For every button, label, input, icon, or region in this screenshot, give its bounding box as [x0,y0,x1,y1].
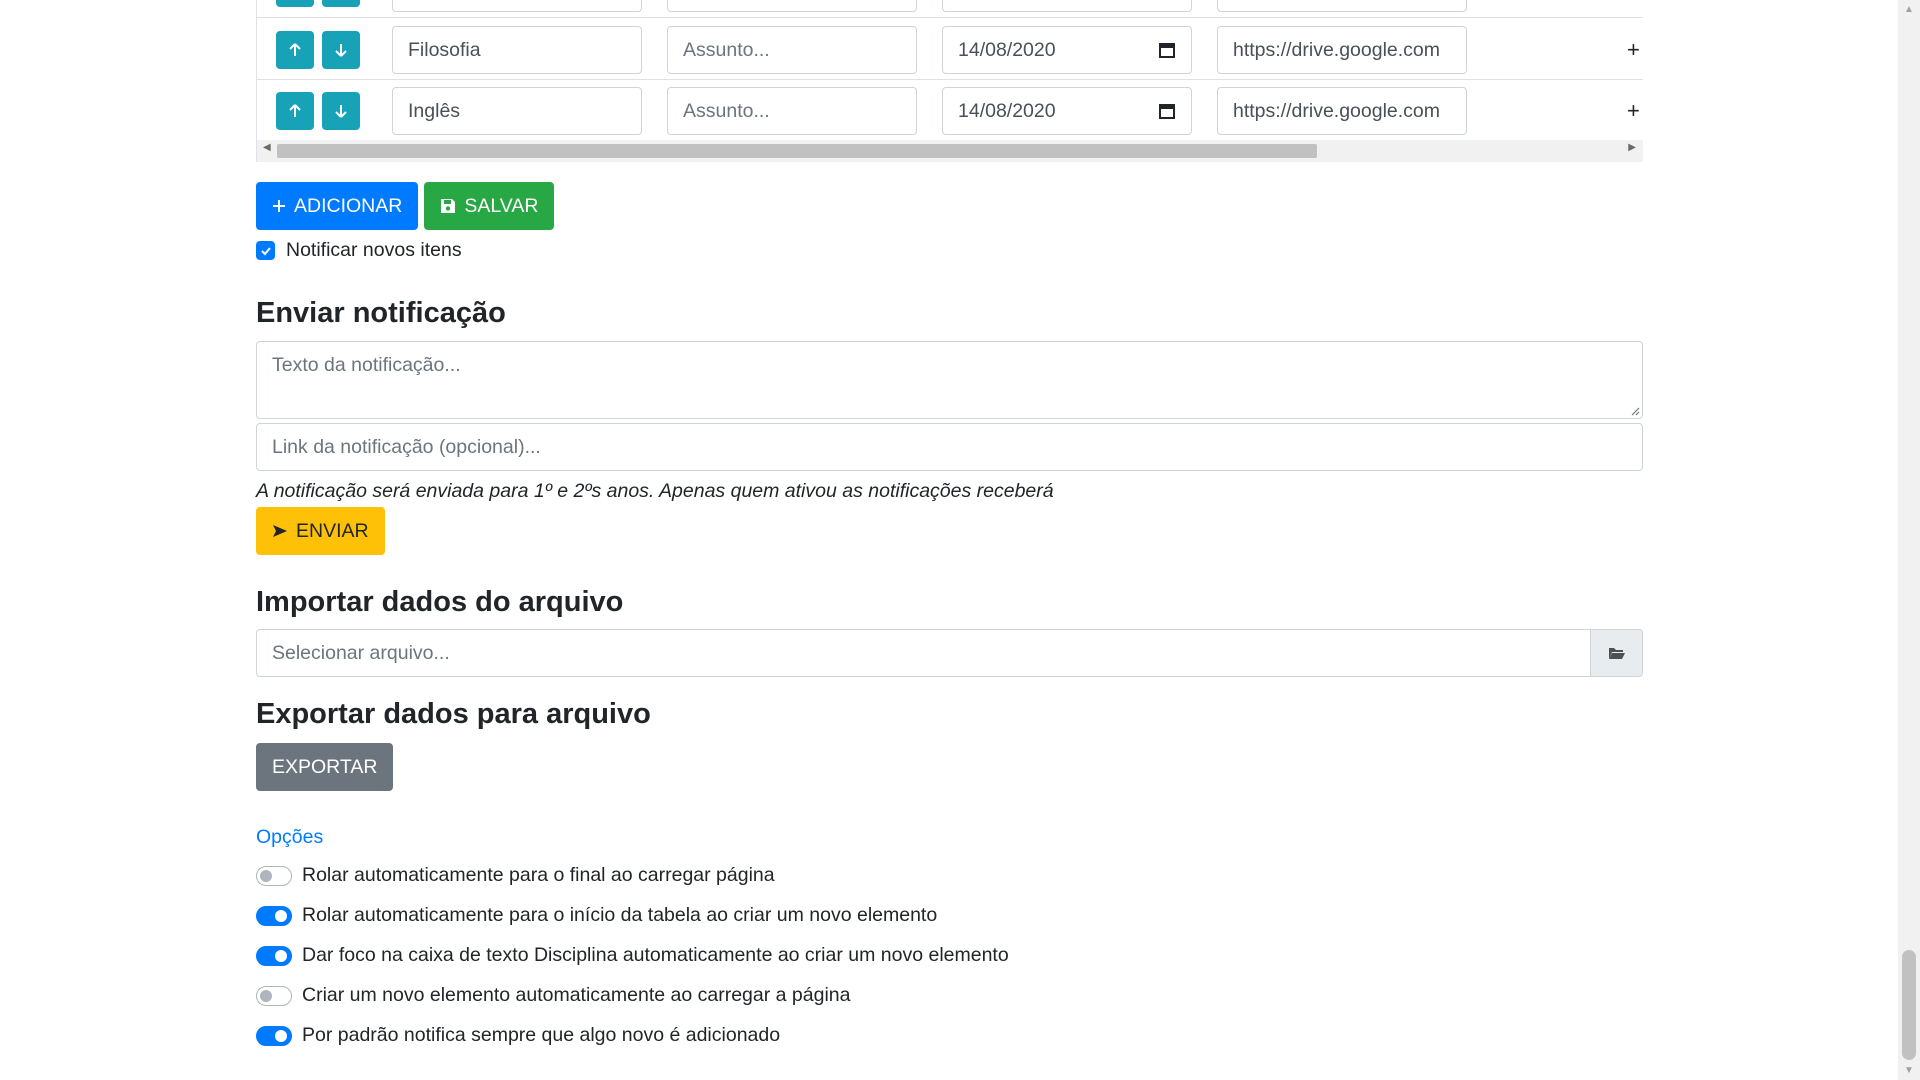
arrow-up-icon [289,43,301,56]
table-row: Filosofia Assunto... 14/08/2020 https://… [257,20,1643,80]
notification-text-placeholder: Texto da notificação... [272,354,461,376]
toggle-switch[interactable] [256,865,292,886]
add-button-label: ADICIONAR [294,194,403,217]
table-row: Inglês Assunto... 14/08/2020 https://dri… [257,81,1643,141]
folder-open-icon [1608,648,1625,659]
link-input[interactable]: https://drive.google.com [1217,87,1467,135]
expand-row-icon[interactable]: + [1627,98,1640,124]
toggle-switch[interactable] [256,1025,292,1046]
notification-link-field[interactable]: Link da notificação (opcional)... [256,423,1643,471]
notification-help-text: A notificação será enviada para 1º e 2ºs… [256,480,1054,502]
floppy-disk-icon [441,199,456,213]
table-row [257,0,1643,18]
option-label: Por padrão notifica sempre que algo novo… [302,1024,781,1046]
plus-icon [273,200,285,212]
subject-input[interactable]: Assunto... [667,87,917,135]
checkbox-checked-icon[interactable] [256,241,275,260]
scrollbar-thumb[interactable] [277,144,1317,158]
discipline-input[interactable]: Filosofia [392,26,642,74]
option-focus-discipline-on-create[interactable]: Dar foco na caixa de texto Disciplina au… [256,944,1009,967]
move-down-button[interactable] [322,31,360,69]
file-select-input[interactable]: Selecionar arquivo... [256,629,1591,677]
option-scroll-to-top-on-create[interactable]: Rolar automaticamente para o início da t… [256,904,937,927]
scroll-up-arrow-icon[interactable]: ▲ [1898,4,1920,15]
arrow-down-icon [335,105,347,118]
save-button[interactable]: SALVAR [424,182,555,230]
items-table: Filosofia Assunto... 14/08/2020 https://… [256,0,1643,162]
discipline-input[interactable] [392,0,642,12]
option-scroll-to-end-on-load[interactable]: Rolar automaticamente para o final ao ca… [256,864,775,887]
export-title: Exportar dados para arquivo [256,698,651,730]
toggle-switch[interactable] [256,985,292,1006]
move-up-button[interactable] [276,92,314,130]
arrow-down-icon [335,44,347,57]
option-label: Rolar automaticamente para o final ao ca… [302,864,775,886]
subject-input[interactable]: Assunto... [667,26,917,74]
option-label: Criar um novo elemento automaticamente a… [302,984,851,1006]
send-icon [273,525,287,537]
file-input-group: Selecionar arquivo... [256,629,1643,677]
date-input[interactable]: 14/08/2020 [942,87,1192,135]
main-container: Filosofia Assunto... 14/08/2020 https://… [256,0,1643,1046]
send-notification-title: Enviar notificação [256,297,506,329]
toggle-switch[interactable] [256,945,292,966]
date-value: 14/08/2020 [958,38,1056,61]
add-button[interactable]: ADICIONAR [256,182,419,230]
move-up-button[interactable] [276,31,314,69]
date-value: 14/08/2020 [958,99,1056,122]
notification-text-field[interactable]: Texto da notificação... [256,341,1643,419]
send-button-label: ENVIAR [296,519,369,542]
notify-new-items-checkbox[interactable]: Notificar novos itens [256,239,462,262]
export-button-label: EXPORTAR [272,755,378,778]
browse-file-button[interactable] [1591,629,1643,677]
scroll-left-arrow-icon[interactable]: ◀ [263,142,271,153]
option-label: Dar foco na caixa de texto Disciplina au… [302,944,1009,966]
scroll-right-arrow-icon[interactable]: ▶ [1628,142,1636,153]
notify-new-items-label: Notificar novos itens [286,239,462,261]
resize-handle-icon[interactable] [1630,406,1640,416]
toggle-switch[interactable] [256,905,292,926]
option-notify-by-default[interactable]: Por padrão notifica sempre que algo novo… [256,1024,780,1047]
page-vertical-scrollbar[interactable]: ▲ ▼ [1898,0,1920,1080]
arrow-up-icon [289,104,301,117]
link-input[interactable]: https://drive.google.com [1217,26,1467,74]
option-create-on-load[interactable]: Criar um novo elemento automaticamente a… [256,984,850,1007]
calendar-icon[interactable] [1158,102,1176,120]
import-title: Importar dados do arquivo [256,586,624,618]
calendar-icon[interactable] [1158,41,1176,59]
link-input[interactable] [1217,0,1467,12]
export-button[interactable]: EXPORTAR [256,743,394,791]
move-up-button[interactable] [276,0,314,7]
table-horizontal-scrollbar[interactable]: ◀ ▶ [257,140,1643,162]
move-down-button[interactable] [322,92,360,130]
discipline-input[interactable]: Inglês [392,87,642,135]
scrollbar-thumb[interactable] [1902,950,1916,1060]
options-link[interactable]: Opções [256,826,323,849]
send-button[interactable]: ENVIAR [256,507,385,555]
expand-row-icon[interactable]: + [1627,37,1640,63]
table-actions: ADICIONAR SALVAR [256,182,555,230]
move-down-button[interactable] [322,0,360,7]
subject-input[interactable] [667,0,917,12]
option-label: Rolar automaticamente para o início da t… [302,904,938,926]
save-button-label: SALVAR [464,194,539,217]
scroll-down-arrow-icon[interactable]: ▼ [1898,1065,1920,1076]
date-input[interactable]: 14/08/2020 [942,26,1192,74]
date-input[interactable] [942,0,1192,12]
